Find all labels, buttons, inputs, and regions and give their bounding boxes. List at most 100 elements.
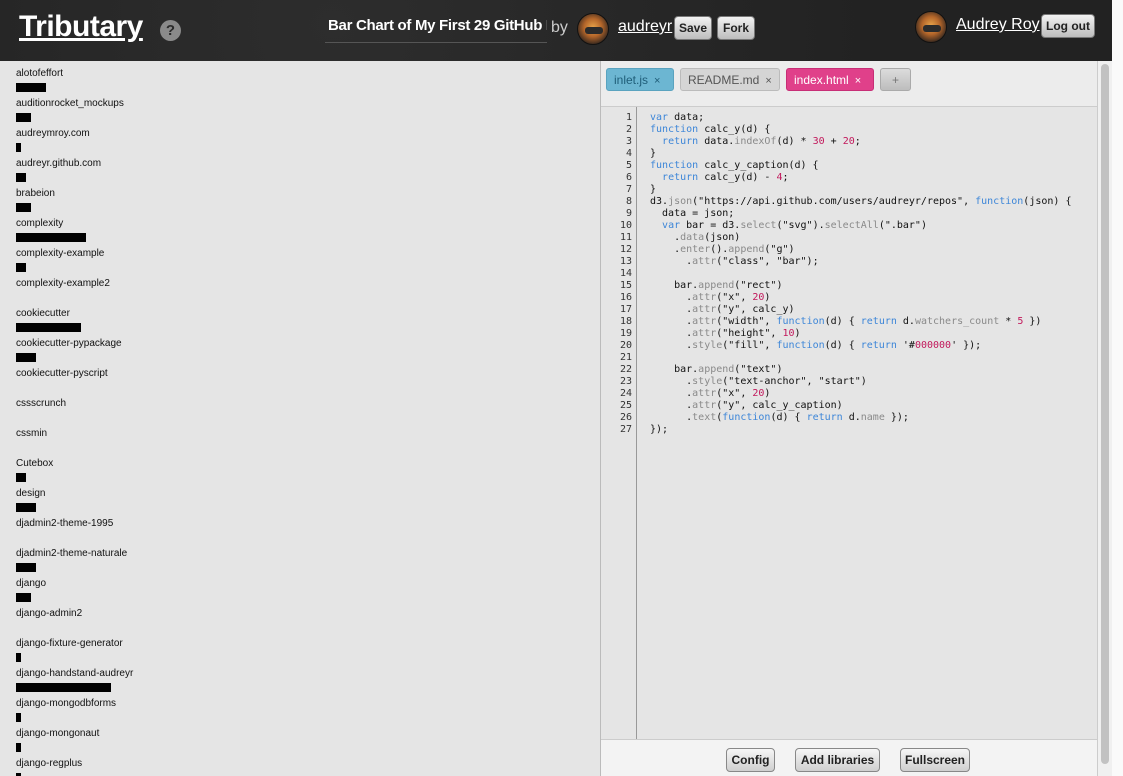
user-profile-link[interactable]: Audrey Roy bbox=[956, 16, 1040, 34]
repo-name-label: audreyr.github.com bbox=[16, 158, 102, 169]
code-line: .data(json) bbox=[650, 232, 741, 243]
code-line: .text(function(d) { return d.name }); bbox=[650, 412, 909, 423]
repo-bar bbox=[16, 563, 36, 572]
repo-row: complexity-example bbox=[16, 248, 576, 272]
repo-row: django-mongodbforms bbox=[16, 698, 576, 722]
repo-bar bbox=[16, 263, 26, 272]
display-panel: alotofeffort auditionrocket_mockupsaudrey… bbox=[0, 61, 600, 776]
code-line: d3.json("https://api.github.com/users/au… bbox=[650, 196, 1072, 207]
repo-bar bbox=[16, 173, 26, 182]
close-icon[interactable]: × bbox=[654, 75, 660, 87]
editor-panel: inlet.js × README.md × index.html × + 12345… bbox=[600, 61, 1098, 776]
line-number: 11 bbox=[619, 232, 632, 243]
repo-bar bbox=[16, 203, 31, 212]
code-line: data = json; bbox=[650, 208, 735, 219]
repo-row: alotofeffort bbox=[16, 68, 576, 92]
repo-row: django-regplus bbox=[16, 758, 576, 776]
repo-row: complexity-example2 bbox=[16, 278, 576, 302]
fork-button[interactable]: Fork bbox=[717, 16, 755, 40]
code-line: .style("fill", function(d) { return '#00… bbox=[650, 340, 982, 351]
inlet-title-input[interactable]: Bar Chart of My First 29 GitHub Repos bbox=[325, 15, 547, 43]
repo-row: django-fixture-generator bbox=[16, 638, 576, 662]
repo-row: design bbox=[16, 488, 576, 512]
code-line: .attr("width", function(d) { return d.wa… bbox=[650, 316, 1042, 327]
line-number: 15 bbox=[619, 280, 632, 291]
repo-name-label: Cutebox bbox=[16, 458, 54, 469]
code-line: } bbox=[650, 184, 657, 195]
repo-name-label: cookiecutter bbox=[16, 308, 70, 319]
repo-name-label: cookiecutter-pypackage bbox=[16, 338, 122, 349]
repo-name-label: complexity-example bbox=[16, 248, 105, 259]
repo-name-label: alotofeffort bbox=[16, 68, 64, 79]
code-line: var bar = d3.select("svg").selectAll(".b… bbox=[662, 220, 927, 231]
repo-bar bbox=[16, 713, 21, 722]
code-line: .attr("class", "bar"); bbox=[650, 256, 819, 267]
line-number: 24 bbox=[619, 388, 632, 399]
repo-row: audreyr.github.com bbox=[16, 158, 576, 182]
code-line: return data.indexOf(d) * 30 + 20; bbox=[662, 136, 861, 147]
user-avatar bbox=[915, 11, 947, 43]
code-line: .attr("height", 10) bbox=[650, 328, 801, 339]
tributary-logo[interactable]: Tributary bbox=[19, 10, 143, 44]
help-icon[interactable]: ? bbox=[160, 20, 181, 41]
line-number: 17 bbox=[619, 304, 632, 315]
repo-bar bbox=[16, 743, 21, 752]
code-line: .attr("y", calc_y) bbox=[650, 304, 795, 315]
line-number: 8 bbox=[625, 196, 632, 207]
repo-row: auditionrocket_mockups bbox=[16, 98, 576, 122]
line-number: 14 bbox=[619, 268, 632, 279]
repo-row: cssmin bbox=[16, 428, 576, 452]
editor-footer: Config Add libraries Fullscreen bbox=[601, 739, 1098, 776]
repo-row: django-admin2 bbox=[16, 608, 576, 632]
repo-name-label: cssmin bbox=[16, 428, 48, 439]
repo-name-label: cssscrunch bbox=[16, 398, 67, 409]
repo-bar bbox=[16, 683, 111, 692]
repo-name-label: audreymroy.com bbox=[16, 128, 90, 139]
repo-name-label: complexity-example2 bbox=[16, 278, 110, 289]
repo-bar bbox=[16, 653, 21, 662]
repo-row: Cutebox bbox=[16, 458, 576, 482]
repo-bar bbox=[16, 83, 46, 92]
code-line: } bbox=[650, 148, 657, 159]
page-scrollbar[interactable] bbox=[1097, 61, 1112, 776]
line-number: 7 bbox=[625, 184, 632, 195]
repo-row: audreymroy.com bbox=[16, 128, 576, 152]
code-line: }); bbox=[650, 424, 669, 435]
line-number: 22 bbox=[619, 364, 632, 375]
code-line: .attr("x", 20) bbox=[650, 388, 771, 399]
code-editor[interactable]: 1 2 3 4 5 6 7 8 9 10 11 12 13 14 15 16 17 18 19 20 21 22 23 24 2… bbox=[601, 106, 1098, 740]
author-link[interactable]: audreyr bbox=[618, 18, 672, 36]
close-icon[interactable]: × bbox=[855, 75, 861, 87]
line-number: 20 bbox=[619, 340, 632, 351]
repo-row: brabeion bbox=[16, 188, 576, 212]
repo-row: djadmin2-theme-naturale bbox=[16, 548, 576, 572]
repo-bar bbox=[16, 113, 31, 122]
repo-bar bbox=[16, 503, 36, 512]
line-number: 6 bbox=[625, 172, 632, 183]
repo-row: cookiecutter-pypackage bbox=[16, 338, 576, 362]
logout-button[interactable]: Log out bbox=[1041, 14, 1095, 38]
code-line: .style("text-anchor", "start") bbox=[650, 376, 867, 387]
tab-index-html[interactable]: index.html × bbox=[786, 68, 874, 91]
scrollbar-thumb[interactable] bbox=[1101, 64, 1109, 764]
repo-name-label: django-admin2 bbox=[16, 608, 83, 619]
add-libraries-button[interactable]: Add libraries bbox=[795, 748, 880, 772]
code-line: .attr("y", calc_y_caption) bbox=[650, 400, 843, 411]
close-icon[interactable]: × bbox=[765, 75, 771, 87]
repo-row: cssscrunch bbox=[16, 398, 576, 422]
config-button[interactable]: Config bbox=[726, 748, 775, 772]
repo-name-label: django-regplus bbox=[16, 758, 83, 769]
line-number: 25 bbox=[619, 400, 632, 411]
code-line: function calc_y_caption(d) { bbox=[650, 160, 819, 171]
add-file-button[interactable]: + bbox=[880, 68, 911, 91]
repo-name-label: django-mongodbforms bbox=[16, 698, 117, 709]
line-number-gutter: 1 2 3 4 5 6 7 8 9 10 11 12 13 14 15 16 17 18 19 20 21 22 23 24 2… bbox=[601, 107, 637, 740]
save-button[interactable]: Save bbox=[674, 16, 712, 40]
fullscreen-button[interactable]: Fullscreen bbox=[900, 748, 970, 772]
repo-name-label: django-mongonaut bbox=[16, 728, 100, 739]
line-number: 19 bbox=[619, 328, 632, 339]
tab-inlet-js[interactable]: inlet.js × bbox=[606, 68, 674, 91]
top-bar: Tributary ? Bar Chart of My First 29 Git… bbox=[0, 0, 1112, 61]
tab-readme-md[interactable]: README.md × bbox=[680, 68, 780, 91]
line-number: 4 bbox=[625, 148, 632, 159]
